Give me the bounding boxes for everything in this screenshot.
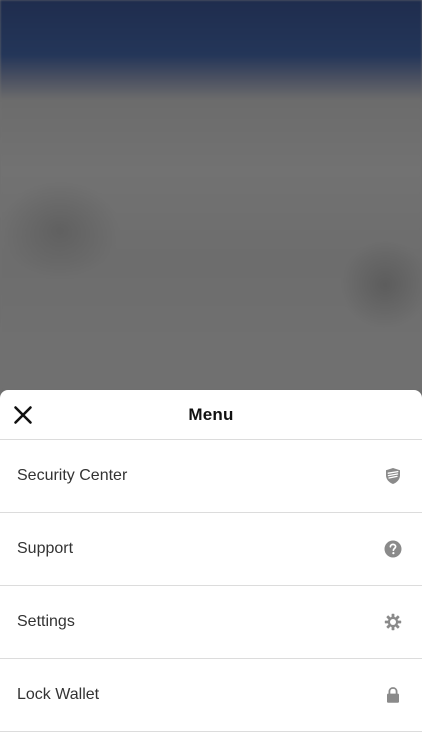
close-icon [14, 406, 32, 424]
menu-item-label: Lock Wallet [17, 686, 100, 703]
menu-item-label: Support [17, 540, 74, 557]
menu-title: Menu [188, 404, 234, 424]
question-circle-icon [382, 538, 404, 560]
menu-item-settings[interactable]: Settings [0, 586, 422, 659]
lock-icon [382, 684, 404, 706]
menu-sheet: Menu Security Center Support Settings Lo… [0, 390, 422, 750]
menu-item-support[interactable]: Support [0, 513, 422, 586]
gear-icon [382, 611, 404, 633]
menu-header: Menu [0, 390, 422, 440]
menu-list: Security Center Support Settings Lock Wa… [0, 440, 422, 732]
close-button[interactable] [10, 402, 36, 428]
menu-item-security-center[interactable]: Security Center [0, 440, 422, 513]
menu-item-label: Security Center [17, 467, 128, 484]
shield-icon [382, 465, 404, 487]
menu-item-label: Settings [17, 613, 75, 630]
menu-item-lock-wallet[interactable]: Lock Wallet [0, 659, 422, 732]
